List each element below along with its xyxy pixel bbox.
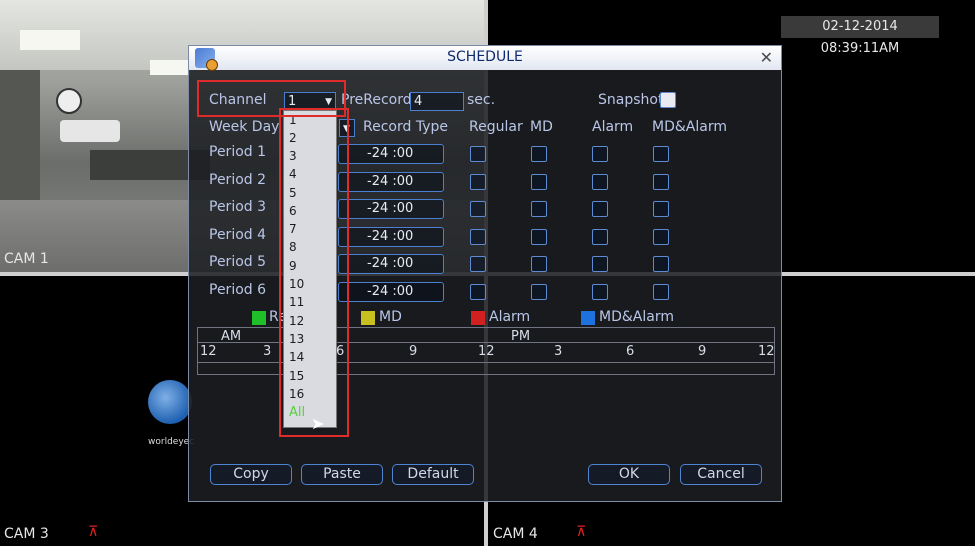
weekday-label: Week Day (209, 119, 280, 135)
snapshot-checkbox[interactable] (660, 92, 676, 108)
timeline-tick: 12 (758, 344, 775, 359)
mouse-pointer-icon: ➤ (311, 414, 325, 433)
md-alarm-checkbox[interactable] (653, 229, 669, 245)
period-time-input[interactable]: -24 :00 (338, 172, 444, 192)
md-alarm-checkbox[interactable] (653, 146, 669, 162)
md-alarm-checkbox[interactable] (653, 174, 669, 190)
logo-globe-icon (148, 380, 192, 424)
md-alarm-checkbox[interactable] (653, 201, 669, 217)
legend-regular-swatch (252, 311, 266, 325)
regular-checkbox[interactable] (470, 256, 486, 272)
alarm-checkbox[interactable] (592, 174, 608, 190)
header-regular: Regular (469, 119, 523, 135)
legend-alarm-label: Alarm (489, 309, 531, 325)
period-time-input[interactable]: -24 :00 (338, 254, 444, 274)
period-label: Period 3 (209, 199, 267, 215)
regular-checkbox[interactable] (470, 229, 486, 245)
alarm-checkbox[interactable] (592, 146, 608, 162)
legend-md-alarm-swatch (581, 311, 595, 325)
prerecord-unit: sec. (467, 92, 496, 108)
md-checkbox[interactable] (531, 174, 547, 190)
period-time-input[interactable]: -24 :00 (338, 144, 444, 164)
period-time-input[interactable]: -24 :00 (338, 199, 444, 219)
dialog-titlebar[interactable]: SCHEDULE ✕ (189, 46, 781, 71)
timeline-tick: 6 (626, 344, 635, 359)
timeline-tick: 3 (263, 344, 272, 359)
ceiling-light (20, 30, 80, 50)
period-time-input[interactable]: -24 :00 (338, 227, 444, 247)
legend-md-swatch (361, 311, 375, 325)
alarm-checkbox[interactable] (592, 201, 608, 217)
paste-button[interactable]: Paste (301, 464, 383, 485)
header-md-alarm: MD&Alarm (652, 119, 727, 135)
header-alarm: Alarm (592, 119, 634, 135)
regular-checkbox[interactable] (470, 146, 486, 162)
copy-button[interactable]: Copy (210, 464, 292, 485)
md-alarm-checkbox[interactable] (653, 256, 669, 272)
period-label: Period 5 (209, 254, 267, 270)
timeline-pm-label: PM (511, 329, 531, 344)
highlight-box-channel-list (279, 108, 349, 437)
timeline-tick: 9 (698, 344, 707, 359)
regular-checkbox[interactable] (470, 284, 486, 300)
regular-checkbox[interactable] (470, 201, 486, 217)
timeline-tick: 9 (409, 344, 418, 359)
timeline-tick: 12 (478, 344, 495, 359)
snapshot-label: Snapshot (598, 92, 664, 108)
dialog-title: SCHEDULE (447, 49, 523, 65)
alarm-checkbox[interactable] (592, 256, 608, 272)
motion-record-icon: ⊼ (576, 524, 587, 540)
wall-clock (56, 88, 82, 114)
md-checkbox[interactable] (531, 284, 547, 300)
alarm-checkbox[interactable] (592, 284, 608, 300)
cam3-label: CAM 3 (4, 526, 49, 542)
timeline-am-label: AM (221, 329, 242, 344)
md-checkbox[interactable] (531, 229, 547, 245)
header-record-type: Record Type (363, 119, 448, 135)
datetime-overlay: 02-12-2014 08:39:11AM (781, 16, 939, 56)
cam1-label: CAM 1 (4, 251, 49, 267)
prerecord-label: PreRecord (341, 92, 412, 108)
period-time-input[interactable]: -24 :00 (338, 282, 444, 302)
ceiling-light (150, 60, 190, 75)
md-checkbox[interactable] (531, 201, 547, 217)
legend-md-alarm-label: MD&Alarm (599, 309, 674, 325)
timeline-tick: 3 (554, 344, 563, 359)
regular-checkbox[interactable] (470, 174, 486, 190)
period-label: Period 2 (209, 172, 267, 188)
timeline-tick: 12 (200, 344, 217, 359)
period-label: Period 4 (209, 227, 267, 243)
default-button[interactable]: Default (392, 464, 474, 485)
motion-record-icon: ⊼ (88, 524, 99, 540)
period-label: Period 6 (209, 282, 267, 298)
wall-sign (60, 120, 120, 142)
prerecord-input[interactable]: 4 (410, 92, 464, 111)
ok-button[interactable]: OK (588, 464, 670, 485)
close-icon[interactable]: ✕ (760, 48, 773, 67)
alarm-checkbox[interactable] (592, 229, 608, 245)
period-label: Period 1 (209, 144, 267, 160)
legend-alarm-swatch (471, 311, 485, 325)
cancel-button[interactable]: Cancel (680, 464, 762, 485)
legend-md-label: MD (379, 309, 402, 325)
md-checkbox[interactable] (531, 256, 547, 272)
header-md: MD (530, 119, 553, 135)
md-alarm-checkbox[interactable] (653, 284, 669, 300)
md-checkbox[interactable] (531, 146, 547, 162)
cam4-label: CAM 4 (493, 526, 538, 542)
